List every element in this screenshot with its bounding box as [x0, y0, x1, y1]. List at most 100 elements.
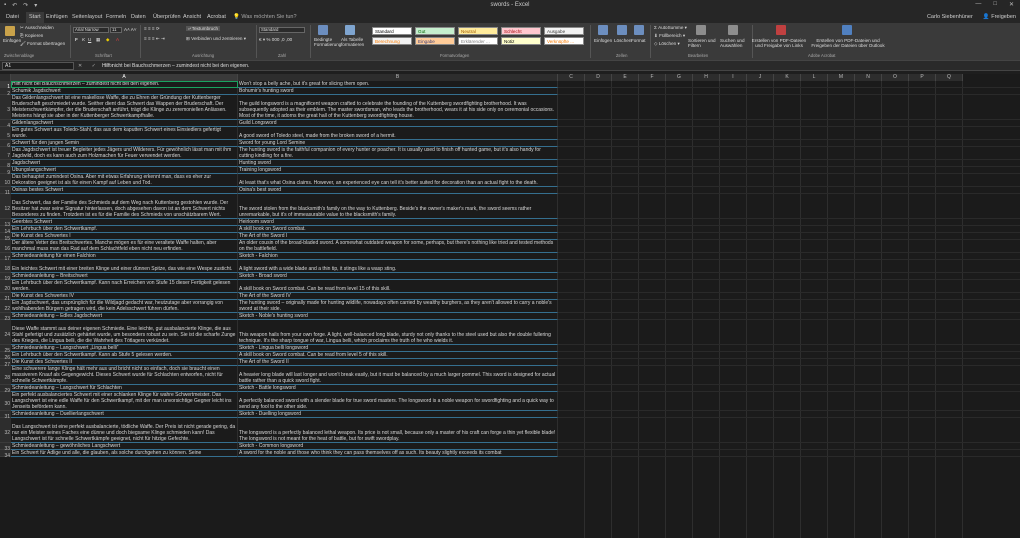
font-grow-shrink[interactable]: A˄ A˅	[124, 27, 137, 32]
row-header[interactable]: 3	[0, 95, 11, 120]
cell-style-1[interactable]: Gut	[415, 27, 455, 35]
find-select-button[interactable]: Suchen und Auswählen	[720, 38, 750, 48]
row-header[interactable]: 2	[0, 88, 11, 97]
font-name-select[interactable]: Arial Narrow	[73, 27, 109, 33]
cell-a14[interactable]: Ein Lehrbuch über den Schwertkampf.	[11, 226, 238, 233]
row-header[interactable]: 33	[0, 443, 11, 452]
column-header-c[interactable]: C	[558, 74, 585, 81]
row-header[interactable]: 9	[0, 167, 11, 176]
row-header[interactable]: 7	[0, 147, 11, 160]
pdf-outlook-button[interactable]: Erstellen von PDF-Dateien und Freigeben …	[808, 38, 888, 48]
wrap-text-button[interactable]: ⤶ Textumbruch	[186, 26, 221, 31]
cell-b17[interactable]: Sketch - Falchion	[238, 253, 558, 260]
row-header[interactable]: 25	[0, 345, 11, 354]
tab-acrobat[interactable]: Acrobat	[207, 14, 226, 20]
cell-a5[interactable]: Ein gutes Schwert aus Toledo-Stahl, das …	[11, 127, 238, 140]
cell-b12[interactable]: The sword stolen from the blacksmith's f…	[238, 194, 558, 219]
column-header-a[interactable]: A	[11, 74, 238, 81]
cell-a32[interactable]: Das Langschwert ist eine perfekt ausbala…	[11, 418, 238, 443]
find-select-icon[interactable]	[728, 25, 738, 35]
row-header[interactable]: 29	[0, 385, 11, 394]
borders-icon[interactable]: ▦	[96, 37, 100, 43]
column-header-g[interactable]: G	[666, 74, 693, 81]
sort-filter-icon[interactable]	[696, 25, 706, 35]
tell-me-search[interactable]: 💡 Was möchten Sie tun?	[233, 14, 297, 20]
cell-a20[interactable]: Ein Lehrbuch über den Schwertkampf. Kann…	[11, 280, 238, 293]
cell-style-5[interactable]: Berechnung	[372, 37, 412, 45]
cell-style-3[interactable]: Schlecht	[501, 27, 541, 35]
row-header[interactable]: 30	[0, 392, 11, 411]
paste-button[interactable]: Einfügen	[3, 38, 21, 43]
row-header[interactable]: 16	[0, 240, 11, 253]
number-format-select[interactable]: Standard	[259, 27, 305, 33]
row-header[interactable]: 13	[0, 219, 11, 228]
column-header-h[interactable]: H	[693, 74, 720, 81]
tab-daten[interactable]: Daten	[131, 14, 146, 20]
row-header[interactable]: 12	[0, 194, 11, 219]
cell-a33[interactable]: Schmiedeanleitung – gewöhnliches Langsch…	[11, 443, 238, 450]
column-header-p[interactable]: P	[909, 74, 936, 81]
column-header-l[interactable]: L	[801, 74, 828, 81]
cell-a17[interactable]: Schmiedeanleitung für einen Falchion	[11, 253, 238, 260]
cell-a6[interactable]: Schwert für den jungen Semin	[11, 140, 238, 147]
row-header[interactable]: 19	[0, 273, 11, 282]
cell-style-4[interactable]: Ausgabe	[544, 27, 584, 35]
row-header[interactable]: 34	[0, 450, 11, 459]
cell-b27[interactable]: The Art of the Sword II	[238, 359, 558, 366]
cell-style-2[interactable]: Neutral	[458, 27, 498, 35]
pdf-outlook-icon[interactable]	[842, 25, 852, 35]
column-header-b[interactable]: B	[238, 74, 558, 81]
cell-a13[interactable]: Geerbtes Schwert	[11, 219, 238, 226]
cell-b9[interactable]: Training longsword	[238, 167, 558, 174]
row-header[interactable]: 31	[0, 411, 11, 420]
cell-a18[interactable]: Ein leichtes Schwert mit einer breiten K…	[11, 260, 238, 273]
cell-b4[interactable]: Guild Longsword	[238, 120, 558, 127]
cell-a25[interactable]: Schmiedeanleitung – Langschwert „Lingua …	[11, 345, 238, 352]
tab-datei[interactable]: Datei	[6, 14, 19, 20]
column-header-e[interactable]: E	[612, 74, 639, 81]
underline-button[interactable]: U	[88, 37, 91, 42]
cell-style-7[interactable]: Erklärender ...	[458, 37, 498, 45]
align-horizontal-icons[interactable]: ≡ ≡ ≡ ⇤ ⇥	[144, 36, 165, 42]
cell-style-6[interactable]: Eingabe	[415, 37, 455, 45]
cell-a10[interactable]: Das behauptet zumindest Osina. Aber mit …	[11, 174, 238, 187]
cell-style-8[interactable]: Notiz	[501, 37, 541, 45]
insert-cells-icon[interactable]	[598, 25, 608, 35]
cell-b16[interactable]: An older cousin of the broad-bladed swor…	[238, 240, 558, 253]
column-header-k[interactable]: K	[774, 74, 801, 81]
cell-a15[interactable]: Die Kunst des Schwertes I	[11, 233, 238, 240]
minimize-icon[interactable]: —	[975, 1, 981, 8]
user-name[interactable]: Carlo Siebenhüner	[927, 14, 973, 20]
cell-b6[interactable]: Sword for young Lord Semine	[238, 140, 558, 147]
cell-a22[interactable]: Ein Jagdschwert, das ursprünglich für di…	[11, 300, 238, 313]
cell-b5[interactable]: A good sword of Toledo steel, made from …	[238, 127, 558, 140]
pdf-create-icon[interactable]	[776, 25, 786, 35]
cut-button[interactable]: ✂ Ausschneiden	[20, 25, 54, 31]
cell-b2[interactable]: Bohumir's hunting sword	[238, 88, 558, 95]
cell-b20[interactable]: A skill book on Sword combat. Can be rea…	[238, 280, 558, 293]
format-as-table-button[interactable]: Als Tabelle formatieren	[341, 37, 367, 47]
merge-center-button[interactable]: ⊞ Verbinden und zentrieren ▾	[186, 36, 246, 42]
cell-b28[interactable]: A heavier long blade will last longer an…	[238, 366, 558, 385]
cell-a2[interactable]: Schumik Jagdschwert	[11, 88, 238, 95]
cell-b15[interactable]: The Art of the Sword I	[238, 233, 558, 240]
row-header[interactable]: 20	[0, 280, 11, 293]
cell-a23[interactable]: Schmiedeanleitung – Edles Jagdschwert	[11, 313, 238, 320]
cell-a11[interactable]: Osinas bestes Schwert	[11, 187, 238, 194]
cell-a27[interactable]: Die Kunst des Schwertes II	[11, 359, 238, 366]
row-header[interactable]: 23	[0, 313, 11, 322]
cell-b18[interactable]: A light sword with a wide blade and a th…	[238, 260, 558, 273]
row-header[interactable]: 8	[0, 160, 11, 169]
cell-b19[interactable]: Sketch - Broad sword	[238, 273, 558, 280]
italic-button[interactable]: K	[82, 37, 85, 42]
format-cells-button[interactable]: Format	[631, 38, 646, 43]
cell-style-0[interactable]: Standard	[372, 27, 412, 35]
column-header-n[interactable]: N	[855, 74, 882, 81]
formula-input[interactable]: Hilft nicht bei Bauchschmerzen – zuminde…	[102, 63, 249, 69]
fill-color-icon[interactable]: ◆	[106, 37, 110, 43]
cell-b33[interactable]: Sketch - Common longsword	[238, 443, 558, 450]
row-header[interactable]: 1	[0, 81, 11, 90]
cell-b26[interactable]: A skill book on Sword combat. Can be rea…	[238, 352, 558, 359]
conditional-format-button[interactable]: Bedingte Formatierung	[314, 37, 341, 47]
cell-b23[interactable]: Sketch - Noble's hunting sword	[238, 313, 558, 320]
